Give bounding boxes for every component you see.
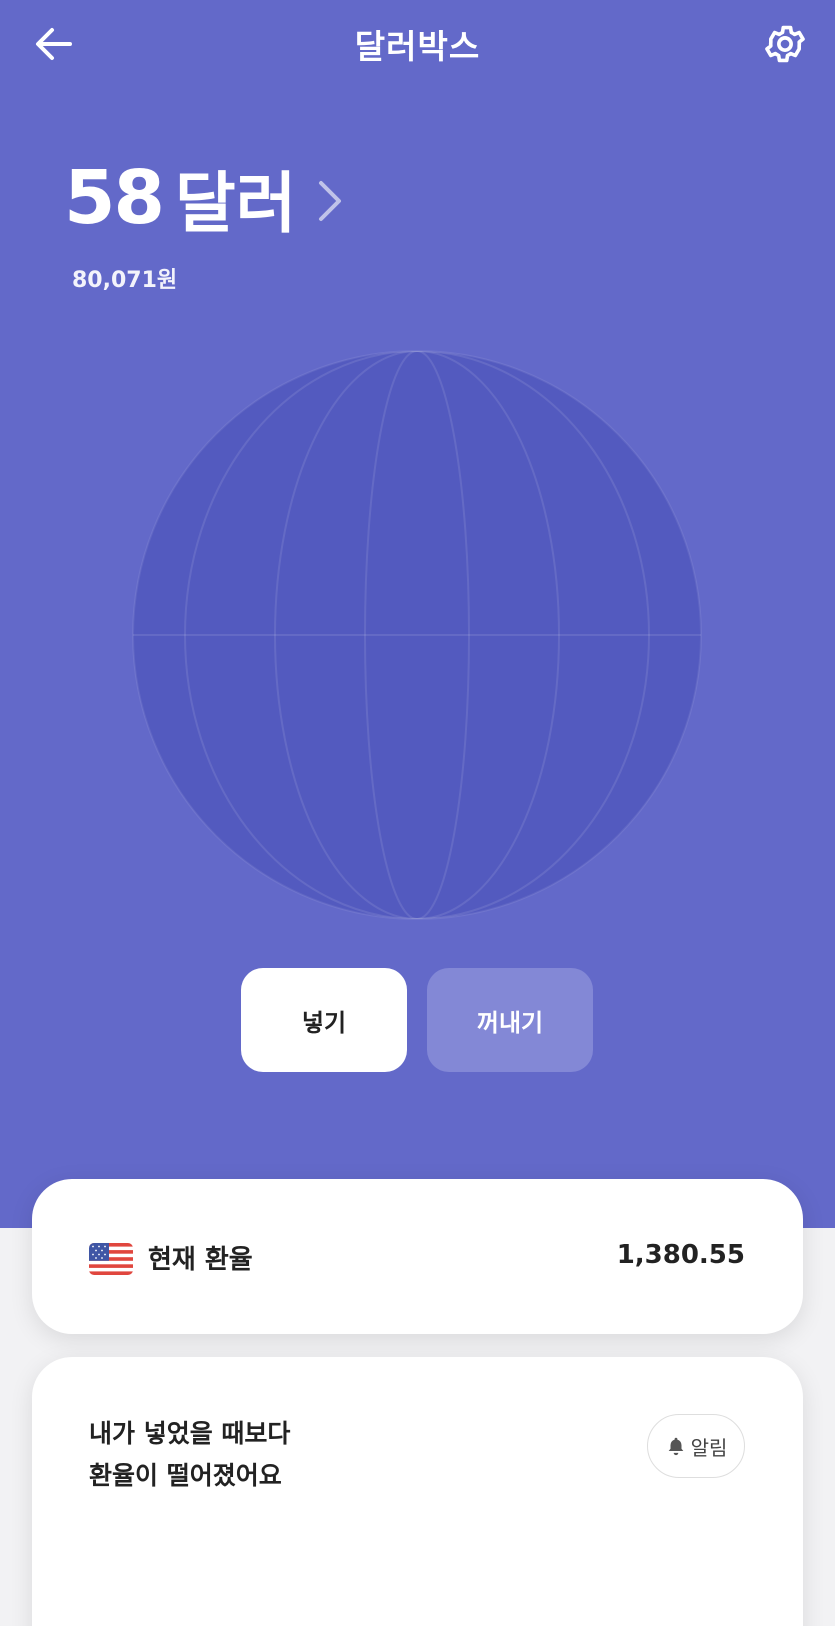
withdraw-button[interactable]: 꺼내기 — [427, 968, 593, 1072]
alert-label: 알림 — [690, 1435, 728, 1460]
rate-change-message: 내가 넣었을 때보다 환율이 떨어졌어요 — [89, 1413, 290, 1497]
balance-display[interactable]: 58 달러 — [64, 150, 344, 246]
exchange-rate-label: 현재 환율 — [148, 1245, 253, 1275]
chevron-right-icon — [319, 181, 342, 221]
bell-icon — [668, 1437, 683, 1456]
top-bar: 달러박스 — [0, 0, 835, 88]
us-flag-icon — [89, 1243, 133, 1275]
settings-button[interactable] — [759, 18, 811, 70]
globe-illustration — [132, 350, 702, 920]
page-title: 달러박스 — [354, 27, 481, 66]
balance-unit: 달러 — [174, 165, 297, 242]
rate-change-line2: 환율이 떨어졌어요 — [89, 1461, 282, 1490]
exchange-rate-value: 1,380.55 — [616, 1240, 745, 1270]
deposit-button[interactable]: 넣기 — [241, 968, 407, 1072]
alert-button[interactable]: 알림 — [647, 1414, 745, 1478]
rate-change-line1: 내가 넣었을 때보다 — [89, 1419, 291, 1448]
exchange-rate-card[interactable]: 현재 환율 1,380.55 — [32, 1179, 803, 1334]
krw-equivalent: 80,071원 — [72, 268, 178, 293]
balance-amount: 58 — [64, 155, 165, 241]
gear-icon — [765, 25, 805, 63]
rate-info-card: 내가 넣었을 때보다 환율이 떨어졌어요 알림 — [32, 1357, 803, 1626]
